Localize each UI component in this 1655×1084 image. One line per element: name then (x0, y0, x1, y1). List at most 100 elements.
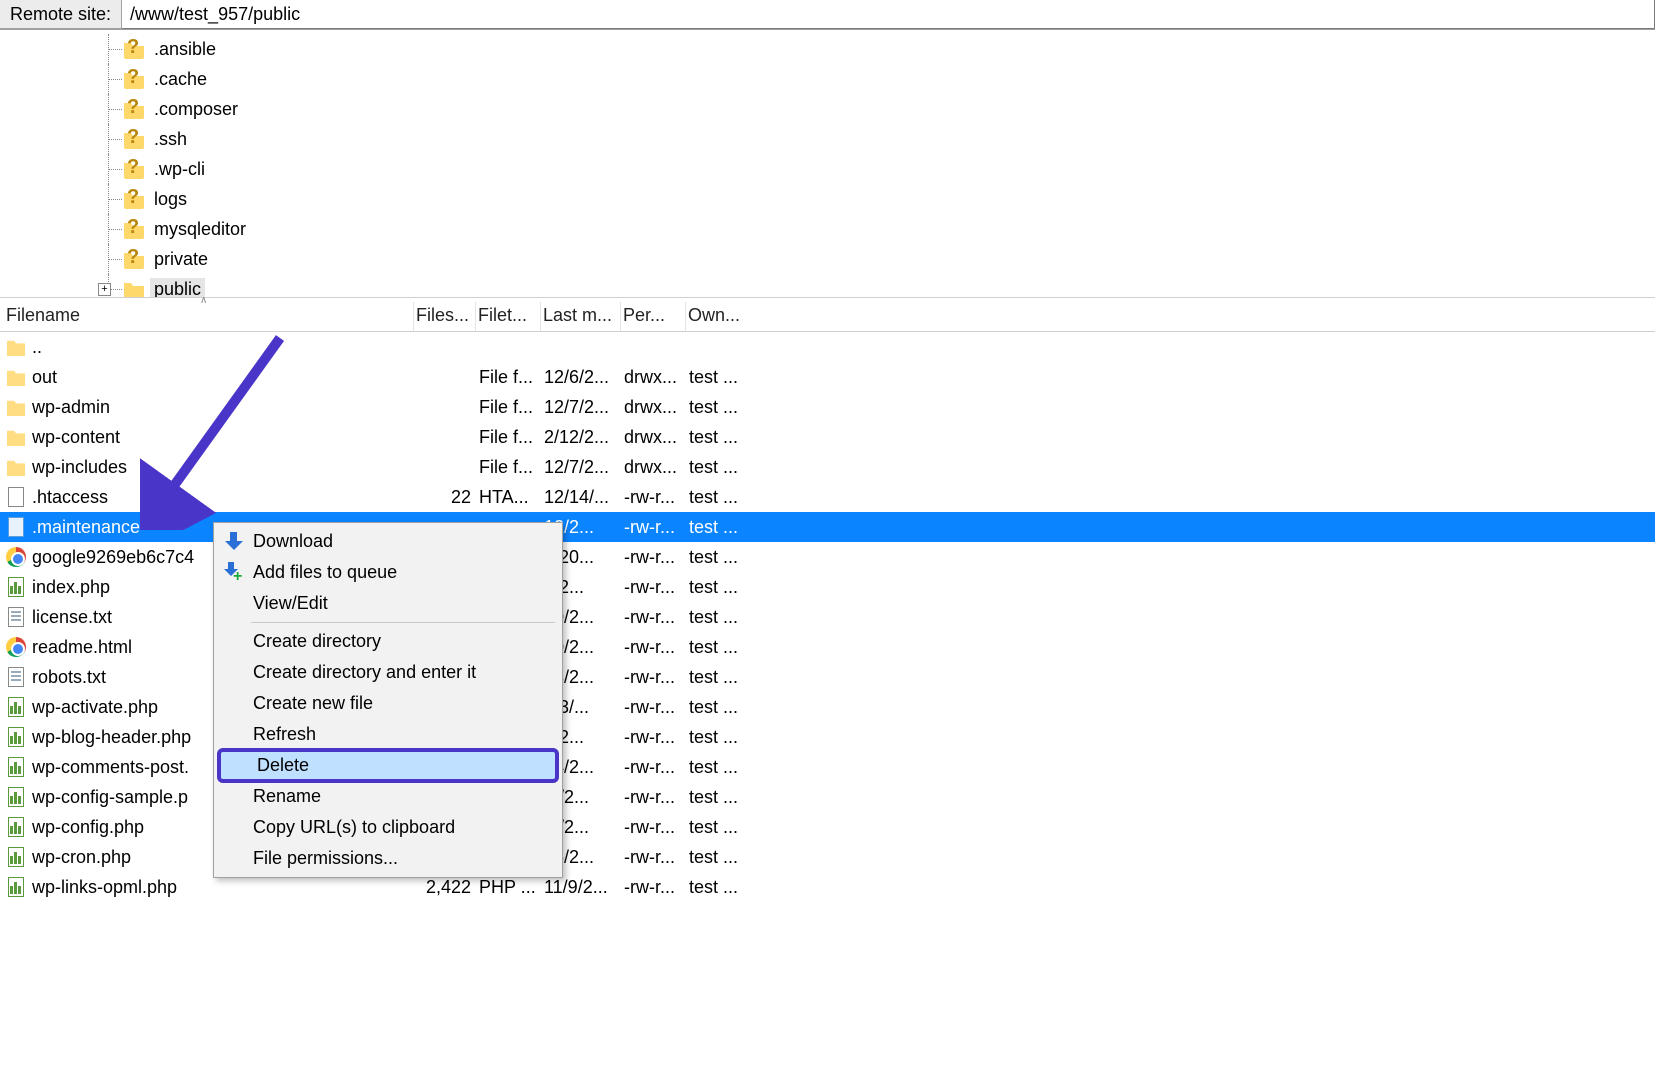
file-permissions: drwx... (620, 397, 685, 418)
tree-item[interactable]: .ansible (0, 34, 1655, 64)
file-blue-icon (6, 517, 26, 537)
file-permissions: -rw-r... (620, 547, 685, 568)
tree-item[interactable]: .cache (0, 64, 1655, 94)
file-permissions: drwx... (620, 367, 685, 388)
folder-q-icon (124, 99, 144, 119)
menu-item-download[interactable]: Download (217, 526, 559, 557)
remote-site-label: Remote site: (0, 0, 122, 29)
menu-item-refresh[interactable]: Refresh (217, 719, 559, 750)
tree-item-label: mysqleditor (150, 218, 250, 241)
tree-item-label: logs (150, 188, 191, 211)
menu-item-create-directory[interactable]: Create directory (217, 626, 559, 657)
menu-item-label: Refresh (253, 724, 316, 745)
file-name: .. (32, 337, 42, 358)
tree-item[interactable]: private (0, 244, 1655, 274)
file-text-icon (6, 667, 26, 687)
file-row[interactable]: wp-adminFile f...12/7/2...drwx...test ..… (0, 392, 1655, 422)
menu-item-label: Copy URL(s) to clipboard (253, 817, 455, 838)
file-name: wp-admin (32, 397, 110, 418)
menu-item-add-files-to-queue[interactable]: Add files to queue (217, 557, 559, 588)
file-name: wp-config-sample.p (32, 787, 188, 808)
menu-item-copy-url-s-to-clipboard[interactable]: Copy URL(s) to clipboard (217, 812, 559, 843)
col-header-modified[interactable]: Last m... (540, 302, 620, 331)
php-icon (6, 847, 26, 867)
remote-directory-tree[interactable]: .ansible .cache.composer.ssh .wp-cli logs my… (0, 30, 1655, 298)
tree-item[interactable]: +public (0, 274, 1655, 298)
tree-item-label: .ansible (150, 38, 220, 61)
download-arrow-icon (223, 531, 245, 553)
file-row[interactable]: wp-contentFile f...2/12/2...drwx...test … (0, 422, 1655, 452)
file-name: wp-activate.php (32, 697, 158, 718)
file-owner: test ... (685, 487, 755, 508)
menu-item-file-permissions[interactable]: File permissions... (217, 843, 559, 874)
col-header-type[interactable]: Filet... (475, 302, 540, 331)
file-owner: test ... (685, 817, 755, 838)
tree-item[interactable]: logs (0, 184, 1655, 214)
chrome-icon (6, 637, 26, 657)
folder-q-icon (124, 129, 144, 149)
tree-item[interactable]: .ssh (0, 124, 1655, 154)
php-icon (6, 877, 26, 897)
menu-item-create-new-file[interactable]: Create new file (217, 688, 559, 719)
col-header-permissions[interactable]: Per... (620, 302, 685, 331)
tree-item-label: .wp-cli (150, 158, 209, 181)
file-modified: 11/9/2... (540, 877, 620, 898)
menu-item-view-edit[interactable]: View/Edit (217, 588, 559, 619)
expand-toggle-icon[interactable]: + (98, 283, 111, 296)
folder-q-icon (124, 39, 144, 59)
file-type: PHP ... (475, 877, 540, 898)
file-permissions: -rw-r... (620, 847, 685, 868)
remote-site-bar: Remote site: (0, 0, 1655, 30)
queue-add-icon (223, 562, 245, 584)
php-icon (6, 727, 26, 747)
file-owner: test ... (685, 517, 755, 538)
file-name: google9269eb6c7c4 (32, 547, 194, 568)
file-name: .htaccess (32, 487, 108, 508)
file-row[interactable]: wp-includesFile f...12/7/2...drwx...test… (0, 452, 1655, 482)
file-permissions: -rw-r... (620, 817, 685, 838)
remote-path-input[interactable] (122, 0, 1655, 29)
file-size: 2,422 (413, 877, 475, 898)
folder-closed-icon (6, 397, 26, 417)
tree-item[interactable]: .composer (0, 94, 1655, 124)
file-name: wp-cron.php (32, 847, 131, 868)
menu-item-rename[interactable]: Rename (217, 781, 559, 812)
file-permissions: -rw-r... (620, 487, 685, 508)
menu-item-label: Create directory and enter it (253, 662, 476, 683)
file-owner: test ... (685, 847, 755, 868)
file-name: index.php (32, 577, 110, 598)
file-owner: test ... (685, 697, 755, 718)
pane-splitter[interactable]: ∧ (0, 298, 1655, 302)
file-row[interactable]: .htaccess22HTA...12/14/...-rw-r...test .… (0, 482, 1655, 512)
file-owner: test ... (685, 667, 755, 688)
folder-closed-icon (6, 457, 26, 477)
tree-item[interactable]: .wp-cli (0, 154, 1655, 184)
file-owner: test ... (685, 397, 755, 418)
file-modified: 12/7/2... (540, 397, 620, 418)
folder-icon (124, 279, 144, 298)
file-owner: test ... (685, 367, 755, 388)
menu-item-label: Download (253, 531, 333, 552)
file-permissions: -rw-r... (620, 517, 685, 538)
context-menu: Download Add files to queueView/Edit Creat… (213, 522, 563, 878)
file-list-header: Filename Files... Filet... Last m... Per… (0, 302, 1655, 332)
menu-item-create-directory-and-enter-it[interactable]: Create directory and enter it (217, 657, 559, 688)
file-size: 22 (413, 487, 475, 508)
folder-q-icon (124, 159, 144, 179)
file-owner: test ... (685, 607, 755, 628)
col-header-owner[interactable]: Own... (685, 302, 755, 331)
file-row[interactable]: outFile f...12/6/2...drwx...test ... (0, 362, 1655, 392)
file-name: readme.html (32, 637, 132, 658)
menu-item-delete[interactable]: Delete (217, 748, 559, 783)
file-row[interactable]: .. (0, 332, 1655, 362)
tree-item[interactable]: mysqleditor (0, 214, 1655, 244)
file-name: robots.txt (32, 667, 106, 688)
file-permissions: -rw-r... (620, 787, 685, 808)
file-owner: test ... (685, 637, 755, 658)
file-name: license.txt (32, 607, 112, 628)
col-header-filename[interactable]: Filename (0, 302, 413, 331)
file-name: wp-content (32, 427, 120, 448)
file-name: wp-comments-post. (32, 757, 189, 778)
col-header-size[interactable]: Files... (413, 302, 475, 331)
splitter-caret-icon: ∧ (200, 295, 207, 306)
